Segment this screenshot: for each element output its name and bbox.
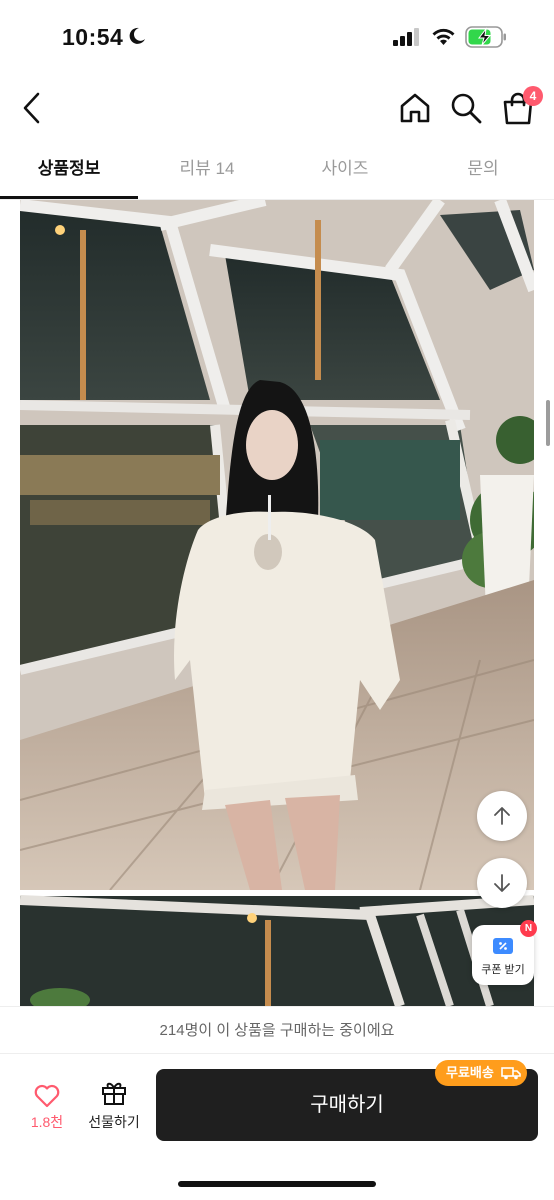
coupon-button[interactable]: 쿠폰 받기 N <box>472 920 537 985</box>
product-image[interactable] <box>20 200 534 1006</box>
purchase-notice: 214명이 이 상품을 구매하는 중이에요 <box>0 1006 554 1054</box>
product-photo-illustration <box>20 200 534 1006</box>
battery-charging-icon <box>465 26 506 48</box>
status-time: 10:54 <box>62 24 124 50</box>
tab-product-info[interactable]: 상품정보 <box>0 146 138 198</box>
arrow-down-icon <box>494 874 510 892</box>
bottom-divider <box>0 1053 554 1054</box>
cellular-signal-icon <box>393 28 419 46</box>
gift-button[interactable]: 선물하기 <box>82 1080 146 1132</box>
scroll-down-button[interactable] <box>477 858 527 908</box>
gift-icon <box>102 1082 126 1105</box>
cart-count-badge: 4 <box>523 86 543 106</box>
scrollbar-thumb[interactable] <box>546 400 550 446</box>
new-badge: N <box>520 920 537 937</box>
moon-icon <box>129 27 145 44</box>
free-shipping-label: 무료배송 <box>446 1065 494 1080</box>
truck-icon <box>501 1067 521 1080</box>
home-indicator[interactable] <box>178 1181 376 1187</box>
like-count: 1.8천 <box>30 1114 64 1130</box>
tab-inquiry[interactable]: 문의 <box>414 146 552 198</box>
back-chevron-icon[interactable] <box>18 90 46 126</box>
heart-icon <box>34 1084 60 1108</box>
tab-size[interactable]: 사이즈 <box>276 146 414 198</box>
arrow-up-icon <box>494 807 510 825</box>
free-shipping-badge: 무료배송 <box>435 1060 527 1086</box>
search-icon[interactable] <box>449 91 483 125</box>
tab-reviews[interactable]: 리뷰 14 <box>138 146 276 198</box>
coupon-label: 쿠폰 받기 <box>481 964 525 976</box>
like-button[interactable]: 1.8천 <box>20 1082 74 1132</box>
home-icon[interactable] <box>398 91 432 125</box>
scroll-up-button[interactable] <box>477 791 527 841</box>
gift-label: 선물하기 <box>88 1114 140 1130</box>
tab-bar: 상품정보 리뷰 14 사이즈 문의 <box>0 146 554 200</box>
coupon-ticket-icon <box>493 938 513 954</box>
wifi-icon <box>432 28 455 45</box>
